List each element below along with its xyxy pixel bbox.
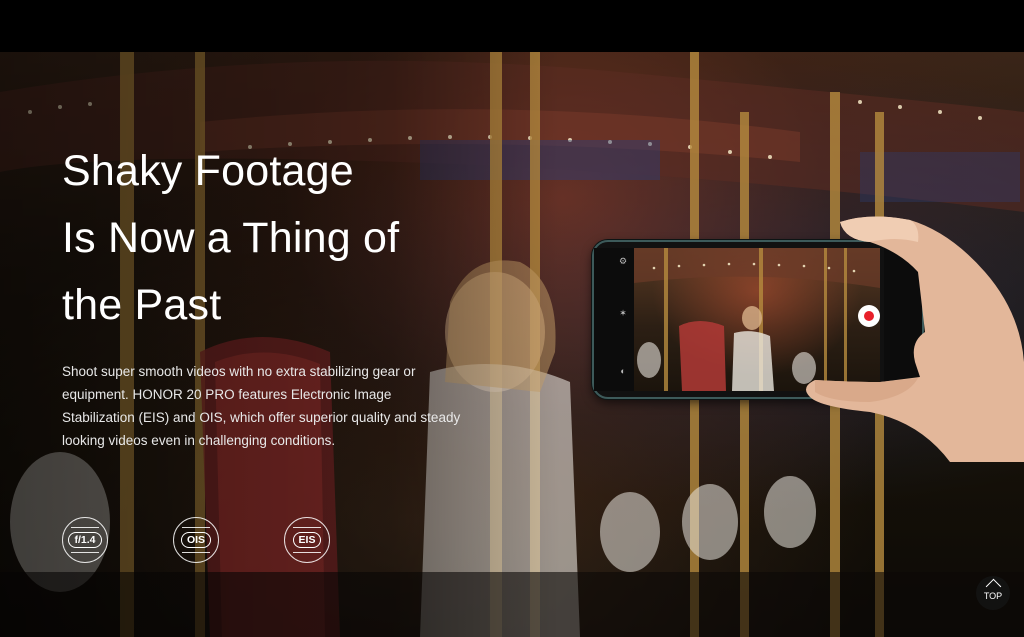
hero-title-line-1: Shaky Footage bbox=[62, 147, 354, 195]
settings-icon: ⚙ bbox=[618, 256, 628, 266]
hero-title-line-2: Is Now a Thing of bbox=[62, 214, 400, 262]
top-black-bar bbox=[0, 0, 1024, 52]
filter-icon: ◐ bbox=[620, 366, 626, 376]
hero-title: Shaky Footage Is Now a Thing of the Past bbox=[62, 138, 482, 339]
hero-title-line-3: the Past bbox=[62, 281, 222, 329]
eis-badge-label: EIS bbox=[292, 532, 322, 548]
page: Shaky Footage Is Now a Thing of the Past… bbox=[0, 0, 1024, 637]
ois-badge-icon: OIS bbox=[173, 517, 219, 563]
camera-left-controls: ⚙ ✶ ◐ bbox=[594, 248, 634, 391]
aperture-badge-label: f/1.4 bbox=[68, 532, 102, 548]
hero-description: Shoot super smooth videos with no extra … bbox=[62, 364, 461, 448]
flash-icon: ✶ bbox=[619, 308, 627, 318]
eis-badge-icon: EIS bbox=[284, 517, 330, 563]
back-to-top-button[interactable]: TOP bbox=[976, 576, 1010, 610]
aperture-badge-icon: f/1.4 bbox=[62, 517, 108, 563]
ois-badge-label: OIS bbox=[180, 532, 212, 548]
feature-badges: f/1.4 OIS EIS bbox=[62, 517, 395, 563]
hand-holding-phone bbox=[806, 216, 1024, 462]
